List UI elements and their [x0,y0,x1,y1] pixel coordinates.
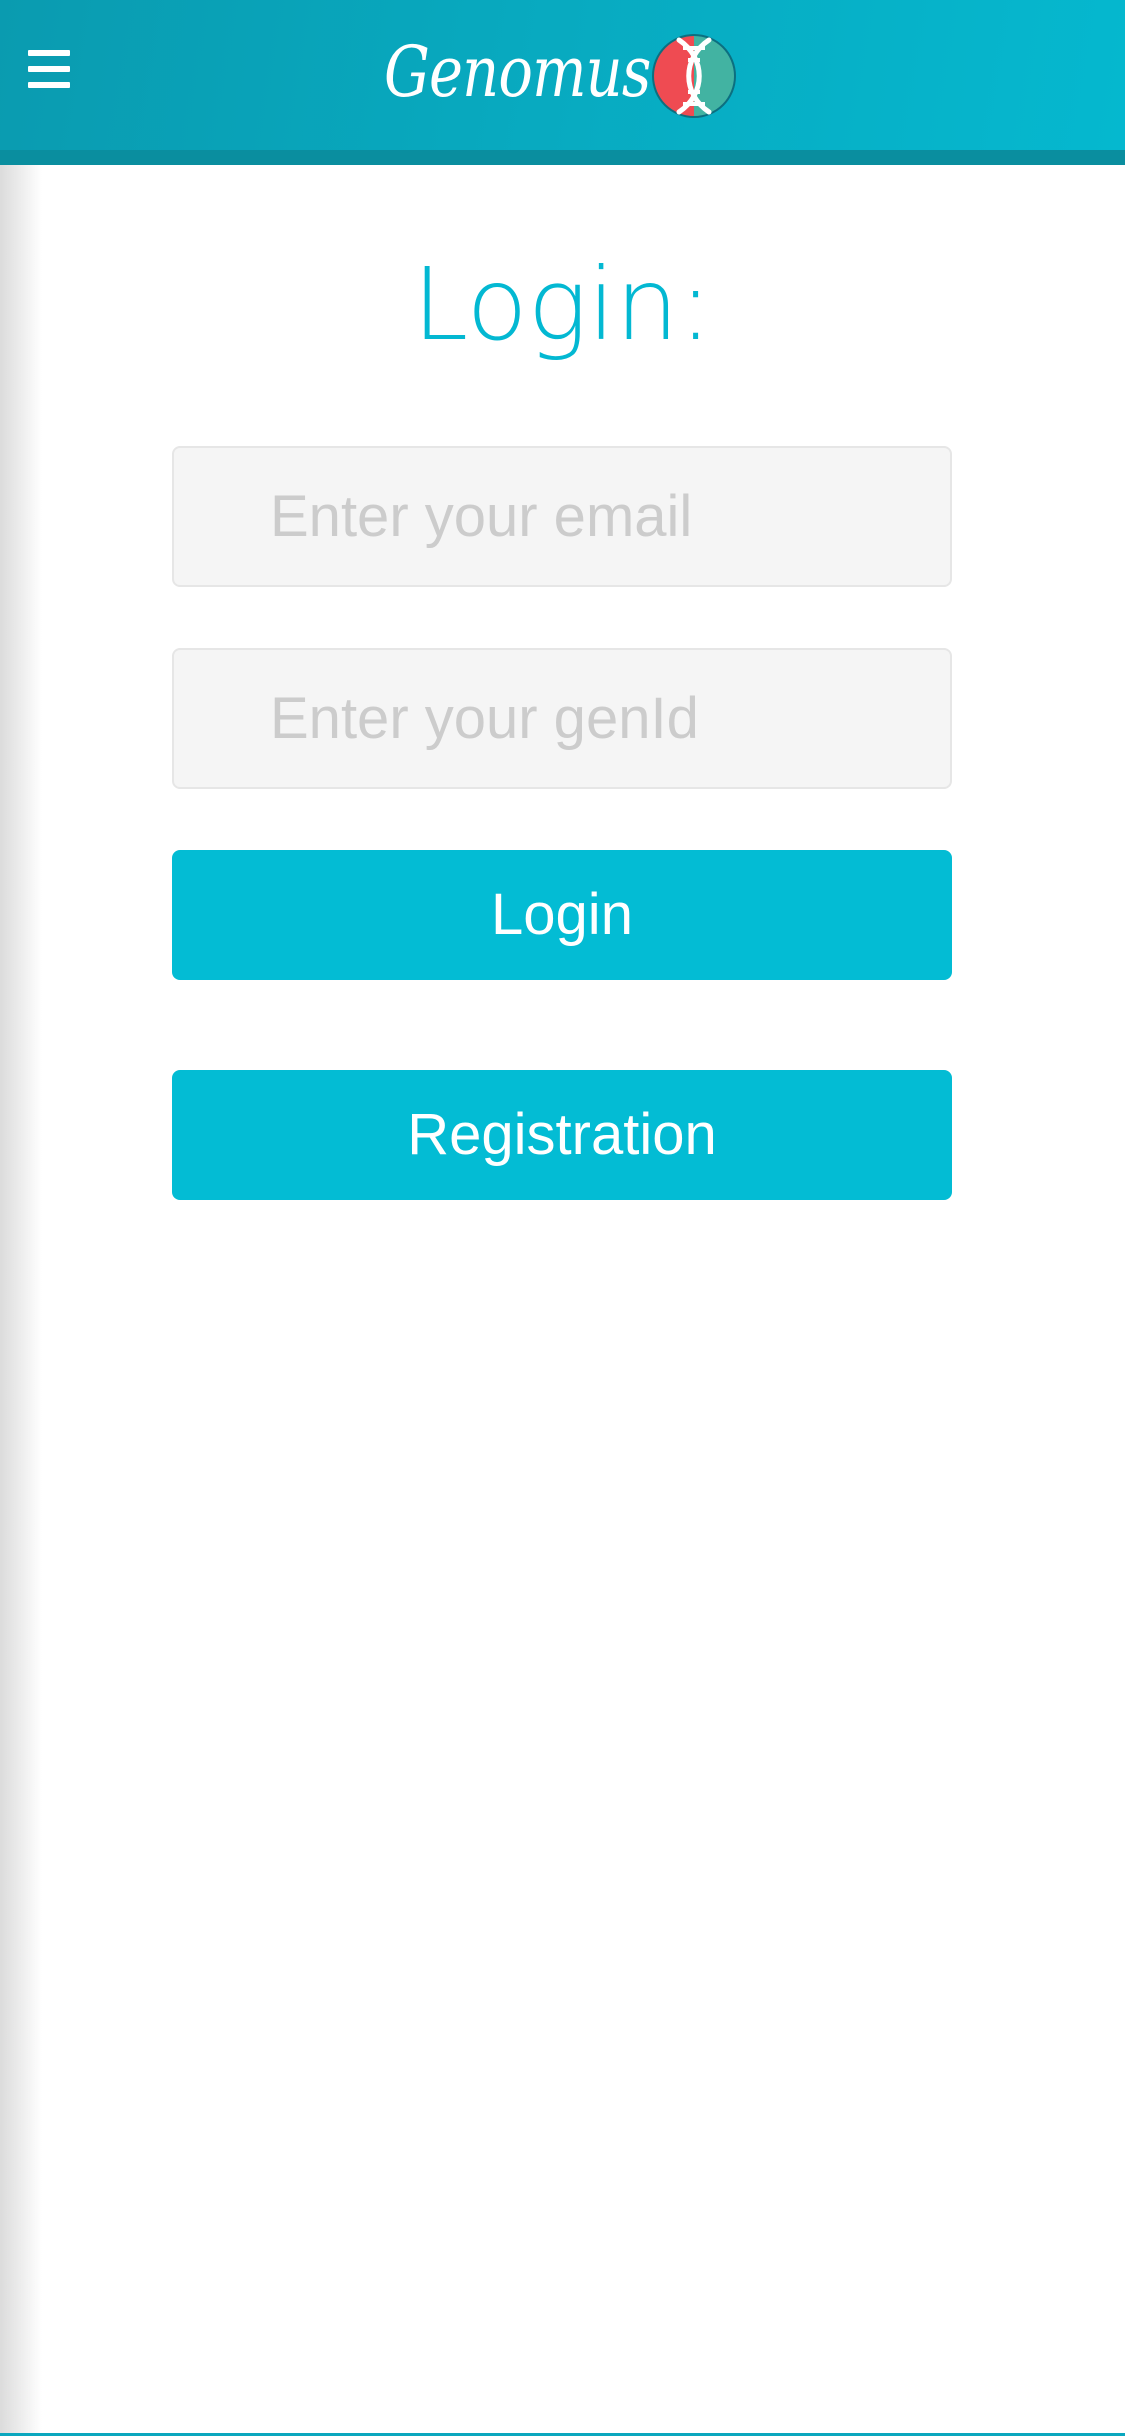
hamburger-menu-icon [28,50,70,88]
page-title: Login: [412,246,713,363]
login-button-label: Login [491,882,633,947]
registration-button-label: Registration [407,1102,717,1167]
header-band [0,150,1125,165]
top-app-bar: Genomus [0,0,1125,150]
registration-button[interactable]: Registration [172,1070,952,1200]
login-screen: Genomus Login: Login Registration [0,0,1125,2436]
dna-icon [652,34,736,118]
login-button[interactable]: Login [172,850,952,980]
genid-input[interactable] [172,648,952,789]
menu-button[interactable] [18,36,84,102]
drawer-edge-shadow [0,165,42,2436]
app-logo: Genomus [384,28,744,124]
email-input[interactable] [172,446,952,587]
brand-name: Genomus [384,31,651,113]
